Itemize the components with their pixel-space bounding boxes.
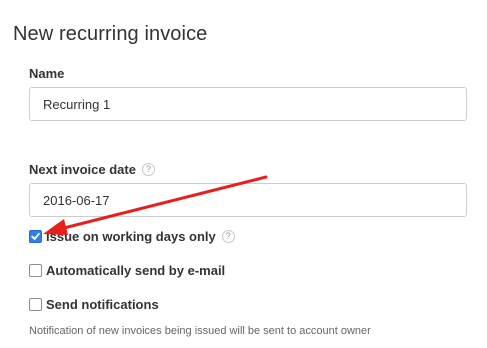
name-input[interactable] <box>29 87 467 121</box>
working-days-checkbox[interactable] <box>29 230 42 243</box>
auto-email-label: Automatically send by e-mail <box>46 263 226 278</box>
notifications-note: Notification of new invoices being issue… <box>29 325 371 337</box>
notifications-checkbox[interactable] <box>29 298 42 311</box>
next-invoice-date-input[interactable] <box>29 183 467 217</box>
working-days-label: Issue on working days only <box>46 229 216 244</box>
next-invoice-date-label-text: Next invoice date <box>29 162 136 177</box>
auto-email-checkbox[interactable] <box>29 264 42 277</box>
auto-email-option[interactable]: Automatically send by e-mail <box>29 263 225 278</box>
page-title: New recurring invoice <box>13 23 208 45</box>
checkmark-icon <box>31 232 40 240</box>
notifications-option[interactable]: Send notifications <box>29 297 159 312</box>
next-invoice-date-label: Next invoice date ? <box>29 162 155 177</box>
working-days-option[interactable]: Issue on working days only ? <box>29 229 235 244</box>
help-icon[interactable]: ? <box>141 163 155 176</box>
recurring-invoice-form: New recurring invoice Name Next invoice … <box>0 0 487 348</box>
notifications-label: Send notifications <box>46 297 159 312</box>
help-icon[interactable]: ? <box>221 230 235 243</box>
name-label: Name <box>29 66 65 81</box>
